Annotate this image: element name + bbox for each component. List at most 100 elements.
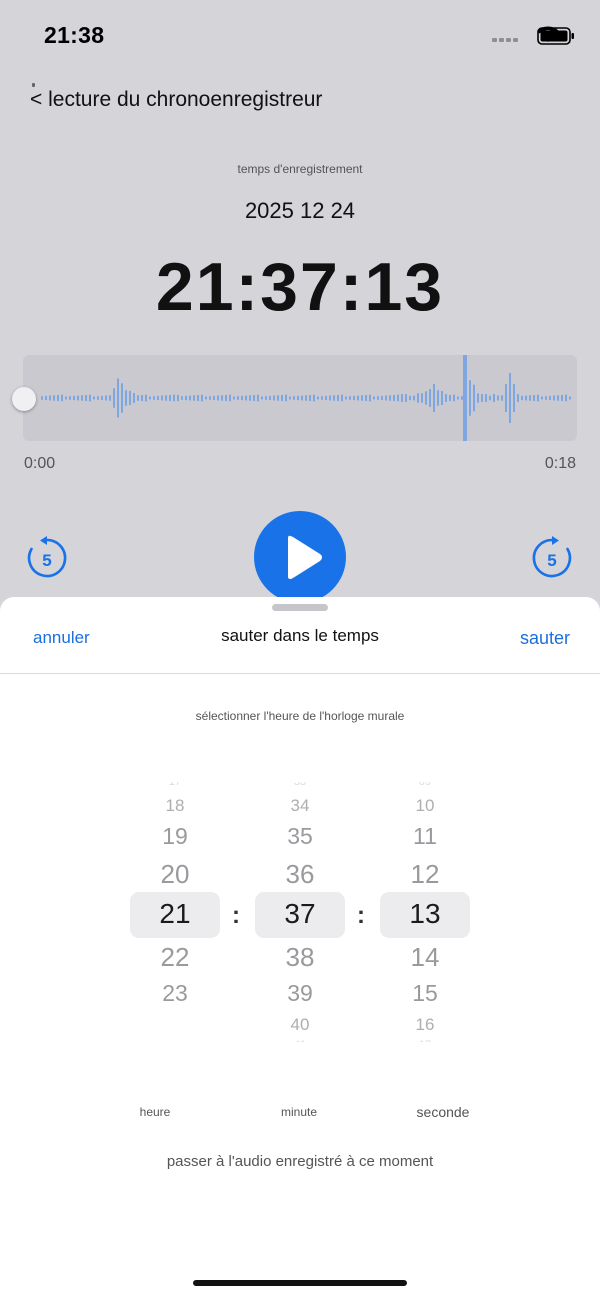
play-button[interactable] <box>254 511 346 603</box>
picker-selected-value[interactable]: 13 <box>380 898 470 930</box>
skip-forward-button[interactable]: 5 <box>530 536 574 580</box>
waveform-bar <box>89 394 91 402</box>
waveform-bar <box>369 394 371 402</box>
second-unit-label: seconde <box>416 1104 470 1120</box>
picker-value[interactable]: 10 <box>380 796 470 816</box>
waveform-bar <box>393 395 395 401</box>
waveform-bar <box>373 396 375 400</box>
picker-value[interactable]: 16 <box>380 1015 470 1035</box>
picker-value[interactable]: 17 <box>380 1036 470 1042</box>
elapsed-time: 0:00 <box>24 455 56 472</box>
waveform-bar <box>193 395 195 401</box>
waveform-bar <box>257 394 259 402</box>
picker-value[interactable]: 40 <box>255 1015 345 1035</box>
picker-value[interactable]: 18 <box>130 796 220 816</box>
picker-value[interactable]: 09 <box>380 782 470 788</box>
waveform[interactable] <box>23 355 577 441</box>
waveform-bar <box>129 390 131 406</box>
waveform-bar <box>557 395 559 401</box>
picker-value[interactable]: 36 <box>255 859 345 890</box>
waveform-bar <box>113 388 115 408</box>
jump-hint: passer à l'audio enregistré à ce moment <box>166 1153 434 1170</box>
waveform-bar <box>185 395 187 401</box>
waveform-bar <box>345 396 347 400</box>
picker-value[interactable]: 19 <box>130 823 220 850</box>
waveform-bar <box>241 395 243 401</box>
picker-value[interactable]: 14 <box>380 942 470 973</box>
waveform-bar <box>441 391 443 405</box>
waveform-bar <box>533 395 535 401</box>
waveform-bar <box>377 396 379 400</box>
waveform-bar <box>501 395 503 401</box>
waveform-bar <box>325 395 327 401</box>
waveform-bar <box>405 394 407 402</box>
picker-selected-value[interactable]: 21 <box>130 898 220 930</box>
scrubber-handle[interactable] <box>12 387 36 411</box>
waveform-bar <box>493 394 495 402</box>
waveform-bar <box>137 395 139 401</box>
picker-value[interactable]: 11 <box>380 823 470 850</box>
waveform-bar <box>105 395 107 401</box>
picker-selected-value[interactable]: 37 <box>255 898 345 930</box>
skip-back-button[interactable]: 5 <box>25 536 69 580</box>
waveform-bar <box>133 393 135 403</box>
waveform-bar <box>397 394 399 402</box>
recording-date: 2025 12 24 <box>244 198 356 223</box>
picker-value[interactable]: 35 <box>255 823 345 850</box>
home-indicator[interactable] <box>193 1280 407 1286</box>
picker-value[interactable]: 20 <box>130 859 220 890</box>
waveform-bar <box>285 394 287 402</box>
waveform-bar <box>297 395 299 401</box>
waveform-bar <box>161 395 163 401</box>
hour-wheel[interactable]: 17 18 19 20 21 22 23 <box>130 760 220 1060</box>
picker-value[interactable]: 34 <box>255 796 345 816</box>
waveform-bar <box>365 395 367 401</box>
waveform-bar <box>537 394 539 402</box>
waveform-bar <box>201 394 203 402</box>
picker-value[interactable]: 23 <box>130 980 220 1007</box>
waveform-bar <box>273 395 275 401</box>
sheet-grabber[interactable] <box>272 604 328 611</box>
second-wheel[interactable]: 09 10 11 12 13 14 15 1617 <box>380 760 470 1060</box>
waveform-bar <box>173 394 175 402</box>
back-button[interactable]: < lecture du chronoenregistreur <box>30 83 323 112</box>
waveform-bar <box>477 393 479 403</box>
waveform-bar <box>233 396 235 400</box>
picker-value[interactable]: 12 <box>380 859 470 890</box>
waveform-bar <box>61 394 63 402</box>
waveform-bar <box>249 395 251 401</box>
picker-value[interactable]: 39 <box>255 980 345 1007</box>
jump-button[interactable]: sauter <box>520 628 570 649</box>
waveform-bar <box>553 395 555 401</box>
picker-value[interactable]: 38 <box>255 942 345 973</box>
waveform-bar <box>45 395 47 401</box>
waveform-bar <box>569 396 571 400</box>
waveform-bar <box>121 383 123 413</box>
waveform-bar <box>357 395 359 401</box>
waveform-bar <box>361 395 363 401</box>
waveform-bar <box>321 396 323 400</box>
waveform-bar <box>417 393 419 403</box>
back-label: < lecture du chronoenregistreur <box>30 88 323 111</box>
picker-value[interactable]: 15 <box>380 980 470 1007</box>
picker-value[interactable]: 22 <box>130 942 220 973</box>
waveform-bar <box>561 395 563 401</box>
waveform-bar <box>93 396 95 400</box>
waveform-bar <box>149 396 151 400</box>
picker-value[interactable]: 41 <box>255 1036 345 1042</box>
waveform-bar <box>337 395 339 401</box>
minute-wheel[interactable]: 33 34 35 36 37 38 39 4041 <box>255 760 345 1060</box>
waveform-bar <box>541 396 543 400</box>
waveform-bar <box>265 396 267 400</box>
waveform-bar <box>85 395 87 401</box>
waveform-bar <box>509 373 511 423</box>
picker-value[interactable]: 33 <box>255 782 345 788</box>
waveform-bar <box>489 395 491 401</box>
waveform-bar <box>269 395 271 401</box>
waveform-bar <box>109 395 111 401</box>
waveform-bar <box>97 396 99 400</box>
waveform-bar <box>525 395 527 401</box>
picker-value[interactable]: 17 <box>130 782 220 788</box>
waveform-bar <box>313 394 315 402</box>
waveform-bar <box>65 396 67 400</box>
